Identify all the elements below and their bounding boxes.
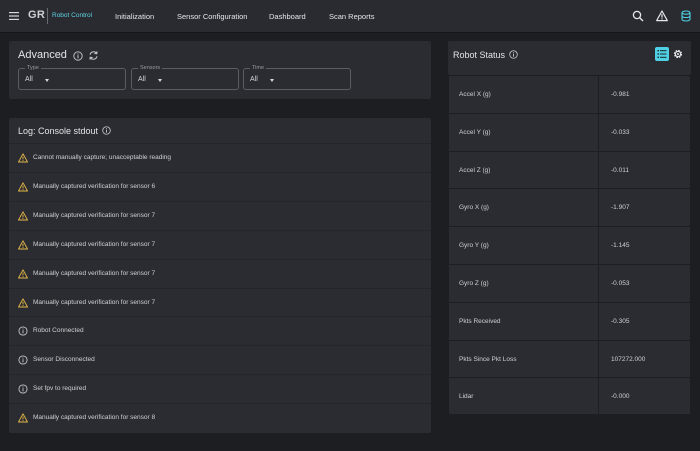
log-entry-text: Robot Connected bbox=[33, 327, 84, 335]
type-select-value: All bbox=[25, 76, 33, 83]
info-icon[interactable] bbox=[509, 50, 518, 59]
log-entry: Robot Connected bbox=[9, 316, 431, 345]
status-row: Accel Z (g) -0.011 bbox=[449, 152, 690, 190]
sensors-select-label: Sensors bbox=[138, 65, 163, 71]
time-select-value: All bbox=[250, 76, 258, 83]
status-label: Gyro Z (g) bbox=[459, 280, 489, 287]
info-circle-icon bbox=[18, 384, 28, 394]
logo-divider bbox=[47, 8, 48, 24]
status-label: Gyro X (g) bbox=[459, 204, 489, 212]
nav-initialization[interactable]: Initialization bbox=[115, 12, 154, 21]
log-entry: Sensor Disconnected bbox=[9, 345, 431, 374]
status-label: Accel X (g) bbox=[459, 91, 491, 98]
status-value: -0.053 bbox=[611, 280, 630, 287]
log-entry: Manually captured verification for senso… bbox=[9, 403, 431, 432]
log-entry-text: Manually captured verification for senso… bbox=[33, 414, 156, 422]
warning-icon bbox=[18, 182, 28, 192]
log-entry: Manually captured verification for senso… bbox=[9, 287, 431, 317]
status-label: Accel Y (g) bbox=[459, 128, 491, 136]
status-row: Gyro Z (g) -0.053 bbox=[449, 265, 690, 303]
status-label: Lidar bbox=[459, 393, 474, 401]
chevron-down-icon bbox=[270, 79, 274, 82]
status-value: -1.907 bbox=[611, 204, 630, 212]
log-entry-text: Set fpv to required bbox=[33, 385, 87, 393]
nav-dashboard[interactable]: Dashboard bbox=[269, 12, 306, 21]
warning-icon bbox=[18, 268, 28, 279]
robot-status-title: Robot Status bbox=[453, 50, 506, 60]
status-row: Pkts Since Pkt Loss 107272.000 bbox=[449, 341, 690, 379]
status-row: Gyro X (g) -1.907 bbox=[449, 189, 690, 228]
info-icon[interactable] bbox=[102, 126, 111, 135]
warning-icon bbox=[18, 153, 28, 163]
status-row: Accel X (g) -0.981 bbox=[449, 76, 690, 114]
log-entry: Manually captured verification for senso… bbox=[9, 200, 431, 230]
nav-scan-reports[interactable]: Scan Reports bbox=[329, 12, 374, 21]
status-value: -0.000 bbox=[611, 393, 630, 401]
log-entry-text: Cannot manually capture; unacceptable re… bbox=[33, 154, 172, 161]
status-value: -0.011 bbox=[611, 166, 629, 174]
status-value: -0.033 bbox=[611, 128, 630, 136]
chevron-down-icon bbox=[158, 79, 162, 82]
robot-status-table: Accel X (g) -0.981 Accel Y (g) -0.033 Accel … bbox=[448, 75, 691, 415]
log-panel: Log: Console stdout Cannot manually capt… bbox=[9, 118, 431, 433]
log-entry: Manually captured verification for senso… bbox=[9, 229, 431, 259]
warning-icon bbox=[18, 240, 28, 250]
info-circle-icon bbox=[18, 326, 28, 336]
status-value: -0.981 bbox=[611, 91, 630, 98]
log-entry: Set fpv to required bbox=[9, 374, 431, 403]
menu-icon[interactable] bbox=[9, 11, 19, 21]
log-entry-text: Manually captured verification for senso… bbox=[33, 298, 156, 306]
info-icon[interactable] bbox=[73, 51, 83, 61]
list-view-button[interactable] bbox=[655, 47, 669, 61]
log-entry: Manually captured verification for senso… bbox=[9, 258, 431, 288]
top-bar: GR Robot Control Initialization Sensor C… bbox=[0, 0, 700, 33]
status-value: -1.145 bbox=[611, 242, 630, 250]
log-entry-text: Manually captured verification for senso… bbox=[33, 211, 156, 219]
status-row: Gyro Y (g) -1.145 bbox=[449, 227, 690, 265]
status-row: Accel Y (g) -0.033 bbox=[449, 114, 690, 152]
status-value: 107272.000 bbox=[611, 355, 646, 363]
status-label: Pkts Received bbox=[459, 317, 501, 325]
gear-icon[interactable] bbox=[672, 48, 684, 60]
list-icon bbox=[657, 50, 667, 58]
warning-icon bbox=[18, 211, 28, 221]
column-divider bbox=[598, 76, 599, 414]
app-subtitle: Robot Control bbox=[52, 12, 93, 19]
database-icon[interactable] bbox=[680, 10, 692, 22]
search-icon[interactable] bbox=[632, 10, 644, 22]
status-value: -0.305 bbox=[611, 317, 630, 325]
status-label: Accel Z (g) bbox=[459, 166, 491, 174]
sensors-select-value: All bbox=[138, 76, 146, 83]
warning-icon bbox=[18, 413, 28, 423]
log-entry: Cannot manually capture; unacceptable re… bbox=[9, 143, 431, 172]
time-select[interactable]: Time All bbox=[243, 65, 351, 90]
log-entry-text: Manually captured verification for senso… bbox=[33, 269, 156, 277]
nav-sensor-configuration[interactable]: Sensor Configuration bbox=[177, 12, 247, 21]
warning-icon[interactable] bbox=[656, 10, 668, 22]
status-label: Pkts Since Pkt Loss bbox=[459, 355, 517, 363]
log-title: Log: Console stdout bbox=[18, 126, 99, 136]
log-entry-text: Manually captured verification for senso… bbox=[33, 240, 156, 248]
time-select-label: Time bbox=[250, 65, 267, 71]
status-row: Pkts Received -0.305 bbox=[449, 303, 690, 341]
advanced-title: Advanced bbox=[18, 49, 67, 61]
chevron-down-icon bbox=[45, 79, 49, 82]
log-entry-text: Sensor Disconnected bbox=[33, 356, 95, 364]
status-row: Lidar -0.000 bbox=[449, 378, 690, 416]
app-logo[interactable]: GR bbox=[28, 9, 45, 21]
refresh-icon[interactable] bbox=[88, 50, 99, 61]
warning-icon bbox=[18, 297, 28, 307]
log-entry: Manually captured verification for senso… bbox=[9, 171, 431, 201]
log-entry-text: Manually captured verification for senso… bbox=[33, 182, 156, 190]
type-select[interactable]: Type All bbox=[18, 65, 126, 90]
sensors-select[interactable]: Sensors All bbox=[131, 65, 239, 90]
status-label: Gyro Y (g) bbox=[459, 242, 489, 250]
advanced-panel: Advanced Type All Sensors All Time All bbox=[9, 41, 431, 99]
info-circle-icon bbox=[18, 355, 28, 365]
robot-status-header: Robot Status bbox=[448, 41, 691, 75]
type-select-label: Type bbox=[25, 65, 41, 71]
